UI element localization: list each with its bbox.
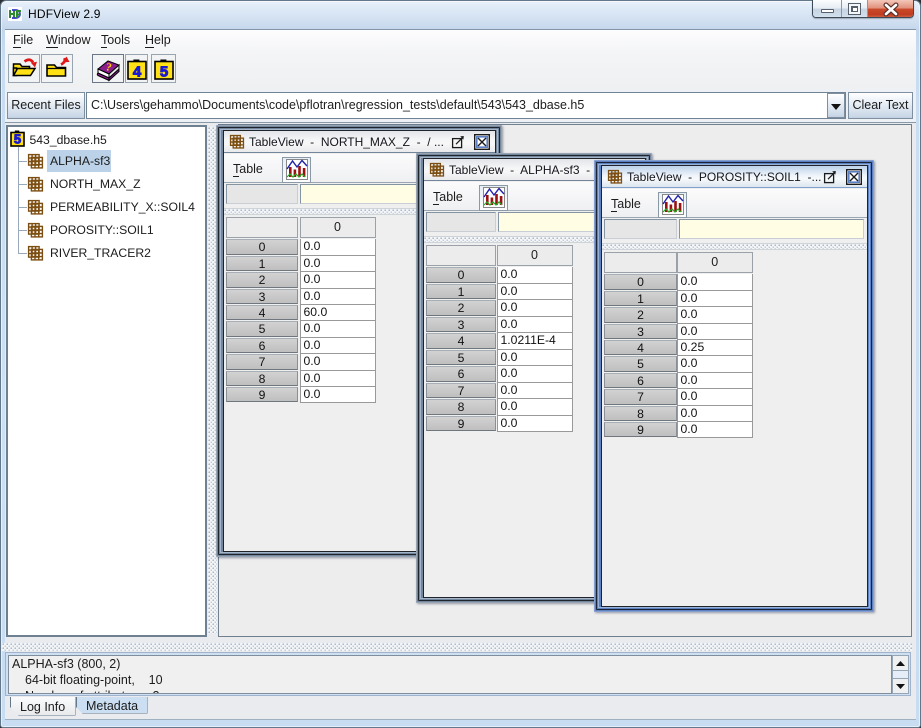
svg-text:5: 5	[14, 132, 21, 147]
svg-text:4: 4	[132, 63, 141, 80]
svg-text:5: 5	[159, 63, 167, 80]
